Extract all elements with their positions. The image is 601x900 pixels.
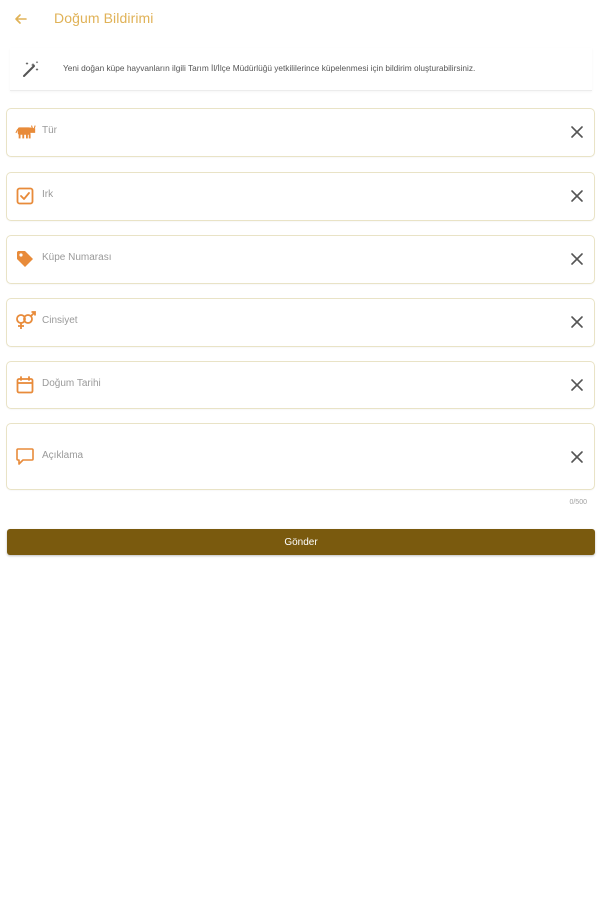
gender-icon bbox=[16, 311, 36, 329]
info-banner: Yeni doğan küpe hayvanların ilgili Tarım… bbox=[10, 48, 592, 91]
species-field[interactable]: Tür bbox=[6, 108, 595, 157]
species-label: Tür bbox=[42, 125, 57, 136]
checkbox-icon bbox=[16, 187, 34, 205]
arrow-left-icon[interactable] bbox=[11, 9, 31, 29]
breed-field[interactable]: Irk bbox=[6, 172, 595, 221]
clear-icon[interactable] bbox=[569, 449, 585, 465]
calendar-icon bbox=[16, 376, 34, 394]
birth-date-label: Doğum Tarihi bbox=[42, 378, 101, 389]
info-text: Yeni doğan küpe hayvanların ilgili Tarım… bbox=[63, 63, 476, 73]
magic-wand-icon bbox=[23, 61, 39, 77]
birth-date-field[interactable]: Doğum Tarihi bbox=[6, 361, 595, 409]
tag-icon bbox=[17, 251, 33, 267]
description-field[interactable]: Açıklama bbox=[6, 423, 595, 490]
character-counter: 0/500 bbox=[569, 499, 587, 506]
page-title: Doğum Bildirimi bbox=[54, 10, 154, 26]
gender-field[interactable]: Cinsiyet bbox=[6, 298, 595, 347]
app-header: Doğum Bildirimi bbox=[0, 0, 601, 38]
ear-tag-number-field[interactable]: Küpe Numarası bbox=[6, 235, 595, 284]
submit-button[interactable]: Gönder bbox=[7, 529, 595, 555]
clear-icon[interactable] bbox=[569, 124, 585, 140]
clear-icon[interactable] bbox=[569, 188, 585, 204]
clear-icon[interactable] bbox=[569, 377, 585, 393]
gender-label: Cinsiyet bbox=[42, 315, 78, 326]
breed-label: Irk bbox=[42, 189, 54, 200]
cow-icon bbox=[15, 125, 36, 139]
description-label: Açıklama bbox=[42, 450, 84, 461]
clear-icon[interactable] bbox=[569, 314, 585, 330]
comment-icon bbox=[16, 448, 34, 465]
ear-tag-number-label: Küpe Numarası bbox=[42, 252, 112, 263]
clear-icon[interactable] bbox=[569, 251, 585, 267]
